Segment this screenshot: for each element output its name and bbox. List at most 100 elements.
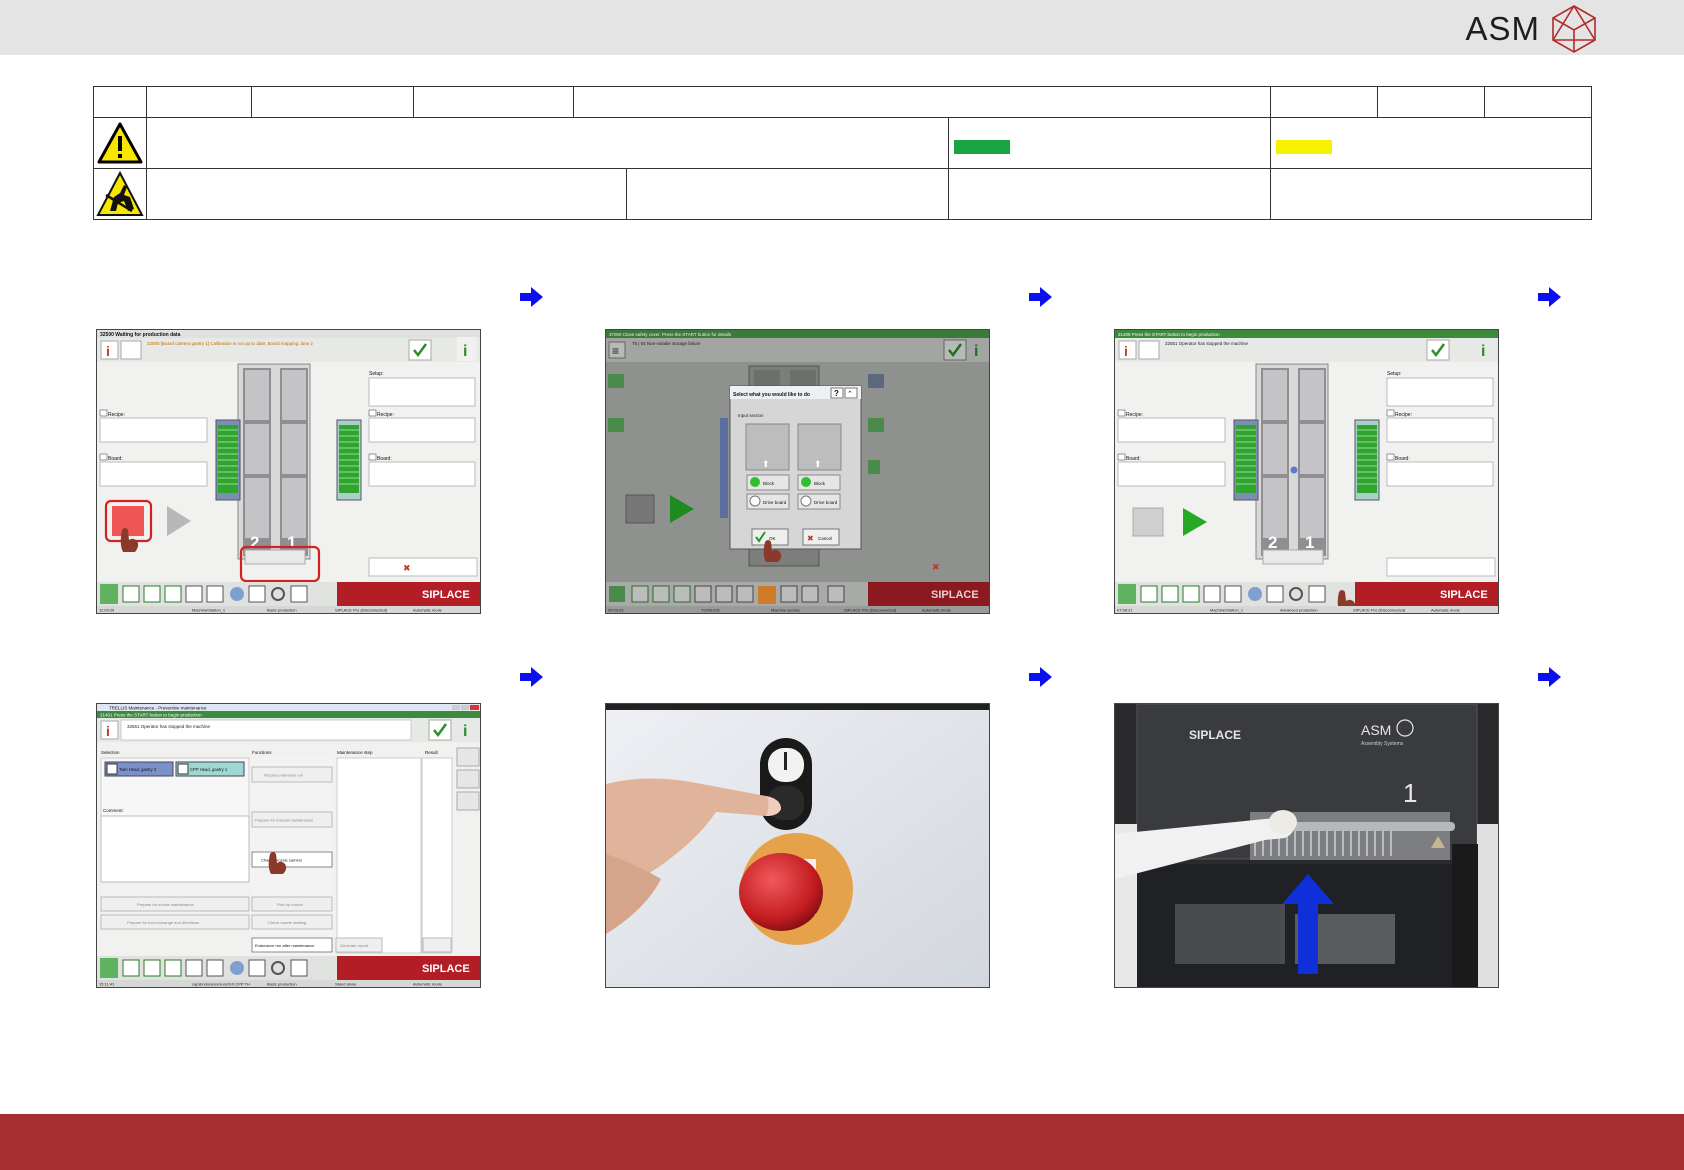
error-icon: ✖	[403, 563, 411, 573]
toolbar-brush-icon[interactable]	[758, 586, 776, 604]
toolbar-maintenance-icon[interactable]	[290, 585, 308, 603]
toolbar-camera-icon[interactable]	[230, 961, 244, 975]
side-tool-button[interactable]	[456, 747, 480, 767]
cell	[1484, 86, 1593, 118]
selection-label: Selection	[101, 750, 120, 755]
stop-button[interactable]	[625, 494, 655, 524]
footer-station: Machine\Station_1	[192, 608, 226, 613]
footer-mode: Advanced production	[1280, 608, 1318, 613]
recipe-field[interactable]	[1117, 417, 1226, 443]
toolbar-camera-icon[interactable]	[736, 585, 754, 603]
toolbar-book-icon[interactable]	[185, 585, 203, 603]
toolbar-graph-icon[interactable]	[1224, 585, 1242, 603]
close-button[interactable]	[470, 705, 479, 710]
toolbar-save-icon[interactable]	[673, 585, 691, 603]
toolbar-grid-icon[interactable]	[122, 959, 140, 977]
board-field[interactable]	[1117, 461, 1226, 487]
yellow-swatch-cell	[1270, 117, 1593, 169]
confirm-button[interactable]	[408, 339, 432, 361]
toolbar-camera-icon[interactable]	[1248, 587, 1262, 601]
toolbar-book-icon[interactable]	[1203, 585, 1221, 603]
green-swatch	[954, 140, 1010, 154]
toolbar-save-icon[interactable]	[1182, 585, 1200, 603]
screenshot-4: TRELLIS Maintenance - Preventive mainten…	[96, 703, 481, 988]
feeder-icon[interactable]	[608, 418, 624, 432]
toolbar-book-icon[interactable]	[694, 585, 712, 603]
footer-station: Machine\Station_1	[1210, 608, 1244, 613]
block-label: Block	[763, 481, 775, 486]
maximize-button[interactable]	[461, 705, 469, 710]
function-button-label: Prepare for tool exchange and directions	[127, 920, 199, 925]
feeder-icon[interactable]	[868, 418, 884, 432]
toolbar-machine-icon[interactable]	[609, 586, 625, 602]
comment-field[interactable]	[100, 815, 250, 883]
toolbar-brush-icon[interactable]	[248, 959, 266, 977]
toolbar-machine-icon[interactable]	[100, 584, 118, 604]
toolbar-machine-icon[interactable]	[1118, 584, 1136, 604]
toolbar-graph-icon[interactable]	[715, 585, 733, 603]
confirm-button[interactable]	[1426, 339, 1450, 361]
feeder-icon[interactable]	[608, 374, 624, 388]
toolbar-graph-icon[interactable]	[206, 585, 224, 603]
toolbar-maintenance-icon[interactable]	[290, 959, 308, 977]
confirm-button[interactable]	[943, 339, 967, 361]
tool-button[interactable]	[422, 937, 452, 953]
toolbar-grid-icon[interactable]	[631, 585, 649, 603]
footer-automatic: Automatic mode	[413, 608, 443, 613]
toolbar-grid-icon[interactable]	[122, 585, 140, 603]
footer-connection: Stand alone	[335, 982, 357, 987]
feeder-icon[interactable]	[868, 374, 884, 388]
recipe-label-right: Recipe:	[1395, 412, 1412, 418]
feeder-icon[interactable]	[868, 460, 880, 474]
lane-number: 1	[1305, 533, 1314, 552]
toolbar-gear-icon[interactable]	[780, 585, 798, 603]
minimize-button[interactable]	[452, 705, 460, 710]
toolbar-camera-icon[interactable]	[230, 587, 244, 601]
tools-button[interactable]	[1138, 340, 1160, 360]
toolbar-grid-icon[interactable]	[1140, 585, 1158, 603]
toolbar-brush-icon[interactable]	[1266, 585, 1284, 603]
toolbar-save-icon[interactable]	[164, 585, 182, 603]
toolbar-book-icon[interactable]	[185, 959, 203, 977]
cover-handle	[1270, 822, 1455, 831]
toolbar-chart-icon[interactable]	[143, 959, 161, 977]
selection-item-label: Twin Head, gantry 2	[119, 767, 157, 772]
toolbar-graph-icon[interactable]	[206, 959, 224, 977]
help-icon: i	[974, 343, 978, 360]
stop-button[interactable]	[1132, 507, 1164, 537]
footer-time: 07:08:21	[1117, 608, 1133, 613]
lane-number: 2	[250, 533, 259, 552]
cancel-label: Cancel	[818, 536, 832, 541]
arrow-right-icon	[1538, 287, 1561, 307]
toolbar-save-icon[interactable]	[164, 959, 182, 977]
confirm-button[interactable]	[428, 719, 452, 741]
board-field[interactable]	[99, 461, 208, 487]
help-icon: i	[1481, 343, 1485, 360]
side-tool-button[interactable]	[456, 791, 480, 811]
toolbar-brush-icon[interactable]	[248, 585, 266, 603]
warning-icon	[97, 122, 143, 164]
arrow-up-icon: ⬆	[762, 459, 770, 469]
tools-button[interactable]	[120, 340, 142, 360]
lane-number: 2	[1268, 533, 1277, 552]
footer-connection: SIPLACE Pro (Disconnected)	[1353, 608, 1406, 613]
logo-mark-icon	[1552, 5, 1596, 53]
toolbar-maintenance-icon[interactable]	[1308, 585, 1326, 603]
toolbar-maintenance-icon[interactable]	[801, 585, 819, 603]
footer-time: 05:03:22	[608, 608, 624, 613]
toolbar-chart-icon[interactable]	[652, 585, 670, 603]
message-text: 32551 Operator has stopped the machine	[1165, 341, 1249, 346]
recipe-field[interactable]	[99, 417, 208, 443]
toolbar-chart-icon[interactable]	[1161, 585, 1179, 603]
toolbar-chart-icon[interactable]	[143, 585, 161, 603]
photo-safety-cover: SIPLACE ASM Assembly Systems 1	[1114, 703, 1499, 988]
toolbar-wrench-icon[interactable]	[827, 585, 845, 603]
arrow-up-icon: ⬆	[814, 459, 822, 469]
side-tool-button[interactable]	[456, 769, 480, 789]
cell	[146, 117, 949, 169]
footer-automatic: Automatic mode	[922, 608, 952, 613]
arrow-right-icon	[520, 287, 543, 307]
asm-logo: ASM	[1465, 4, 1598, 54]
close-icon: ✖	[807, 534, 814, 543]
toolbar-machine-icon[interactable]	[100, 958, 118, 978]
